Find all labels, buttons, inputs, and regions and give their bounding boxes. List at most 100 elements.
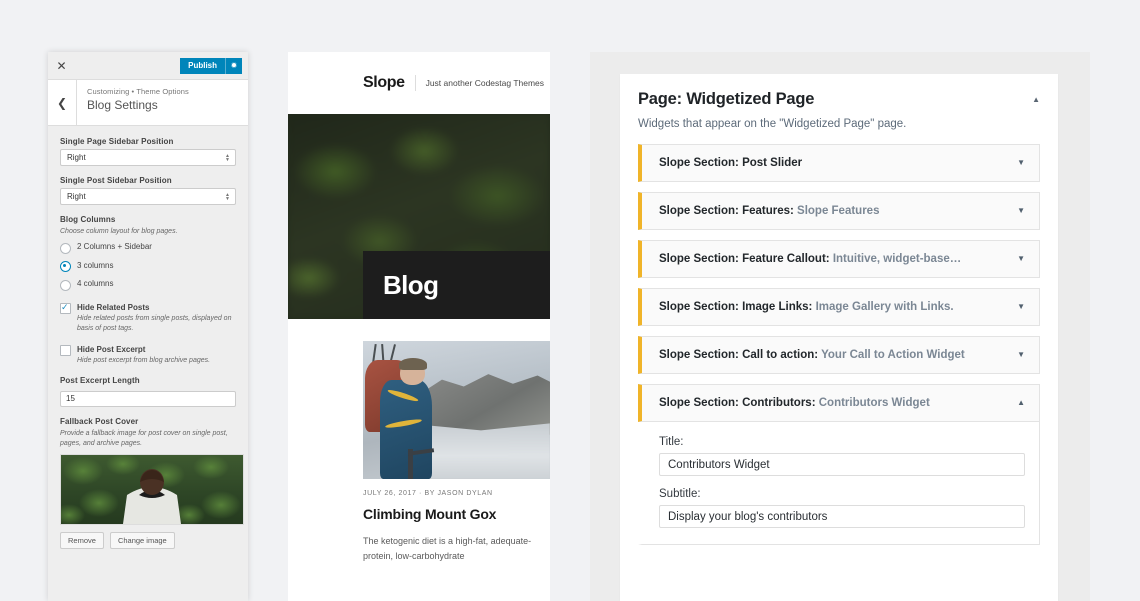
screen-root: ✕ Publish ✹ ❮ Customizing • Theme Option… — [0, 0, 1140, 601]
chevron-down-icon[interactable]: ▼ — [1017, 159, 1025, 167]
widget-item-image-links[interactable]: Slope Section: Image Links: Image Galler… — [638, 288, 1040, 326]
header-divider — [414, 75, 416, 91]
hero-banner: Blog — [288, 114, 550, 319]
chevron-down-icon[interactable]: ▼ — [1017, 351, 1025, 359]
thumb-climber-hat — [398, 357, 427, 370]
site-logo[interactable]: Slope — [363, 74, 405, 92]
site-preview[interactable]: Slope Just another Codestag Themes Blog — [288, 52, 550, 601]
page-title: Blog Settings — [87, 98, 158, 112]
remove-image-button[interactable]: Remove — [60, 531, 104, 549]
checkbox-icon[interactable] — [60, 345, 71, 357]
widgets-panel-description: Widgets that appear on the "Widgetized P… — [638, 118, 907, 130]
widget-contributors-form: Title: Subtitle: — [638, 422, 1040, 545]
chevron-up-icon[interactable]: ▲ — [1032, 96, 1040, 104]
title-field-label: Title: — [659, 436, 684, 448]
checkbox-description: Hide post excerpt from blog archive page… — [77, 356, 211, 364]
chevron-left-icon[interactable]: ❮ — [48, 80, 77, 125]
field-label: Post Excerpt Length — [60, 376, 140, 386]
publish-button[interactable]: Publish — [180, 57, 225, 74]
hero-title-bar: Blog — [363, 251, 550, 319]
subtitle-input[interactable] — [659, 505, 1025, 528]
widget-item-feature-callout[interactable]: Slope Section: Feature Callout: Intuitiv… — [638, 240, 1040, 278]
customizer-body: Single Page Sidebar Position Right ▲ ▼ Si… — [48, 126, 248, 549]
title-input[interactable] — [659, 453, 1025, 476]
field-single-post-sidebar: Single Post Sidebar Position Right ▲ ▼ — [60, 176, 236, 205]
widget-item-prefix: Slope Section: Feature Callout: — [659, 253, 833, 265]
close-icon[interactable]: ✕ — [48, 52, 75, 79]
widgets-panel-outer: Page: Widgetized Page ▲ Widgets that app… — [590, 52, 1090, 601]
widget-item-prefix: Slope Section: Features: — [659, 205, 798, 217]
chevron-down-icon[interactable]: ▼ — [1017, 303, 1025, 311]
widget-item-features[interactable]: Slope Section: Features: Slope Features … — [638, 192, 1040, 230]
field-label: Fallback Post Cover — [60, 416, 139, 426]
widget-item-name: Slope Features — [797, 205, 880, 217]
subtitle-field-label: Subtitle: — [659, 488, 701, 500]
customizer-sidebar: ✕ Publish ✹ ❮ Customizing • Theme Option… — [48, 52, 248, 601]
widget-item-name: Your Call to Action Widget — [821, 349, 965, 361]
form-spacer — [659, 476, 1025, 488]
site-header: Slope Just another Codestag Themes — [288, 52, 550, 114]
single-page-sidebar-select[interactable]: Right ▲ ▼ — [60, 149, 236, 166]
widgets-panel-header: Page: Widgetized Page ▲ — [638, 90, 1040, 109]
field-description: Choose column layout for blog pages. — [60, 228, 178, 235]
post-meta: JULY 26, 2017 · BY JASON DYLAN — [363, 490, 493, 497]
site-tagline: Just another Codestag Themes — [425, 78, 545, 88]
post-title[interactable]: Climbing Mount Gox — [363, 506, 550, 522]
select-value: Right — [67, 192, 86, 201]
checkbox-hide-post-excerpt[interactable]: Hide Post Excerpt Hide post excerpt from… — [60, 345, 236, 367]
publish-button-group: Publish ✹ — [180, 57, 242, 74]
field-label: Blog Columns — [60, 215, 116, 224]
widgets-panel-title: Page: Widgetized Page — [638, 90, 815, 108]
field-post-excerpt-length: Post Excerpt Length — [60, 376, 236, 407]
breadcrumb: Customizing • Theme Options — [87, 87, 189, 96]
radio-icon[interactable] — [60, 279, 71, 291]
widget-item-prefix: Slope Section: Post Slider — [659, 157, 803, 169]
radio-option-2-columns-sidebar[interactable]: 2 Columns + Sidebar — [60, 242, 236, 254]
customizer-header: ❮ Customizing • Theme Options Blog Setti… — [48, 80, 248, 126]
widget-item-label: Slope Section: Contributors: Contributor… — [659, 397, 930, 409]
chevron-up-icon[interactable]: ▲ — [1017, 399, 1025, 407]
field-label: Single Post Sidebar Position — [60, 176, 172, 185]
radio-option-3-columns[interactable]: 3 columns — [60, 261, 236, 273]
checkbox-hide-related-posts[interactable]: Hide Related Posts Hide related posts fr… — [60, 302, 236, 335]
select-arrows-icon: ▲ ▼ — [225, 191, 230, 202]
post-excerpt-length-input[interactable] — [60, 390, 236, 407]
radio-label: 2 Columns + Sidebar — [77, 242, 152, 252]
fallback-image-preview — [60, 453, 244, 525]
image-action-buttons: Remove Change image — [60, 531, 236, 549]
widget-item-name: Image Gallery with Links. — [815, 301, 954, 313]
customizer-title-group: Customizing • Theme Options Blog Setting… — [77, 80, 189, 125]
field-single-page-sidebar: Single Page Sidebar Position Right ▲ ▼ — [60, 137, 236, 166]
radio-label: 4 columns — [77, 279, 114, 289]
widget-item-prefix: Slope Section: Call to action: — [659, 349, 822, 361]
change-image-button[interactable]: Change image — [109, 531, 175, 549]
single-post-sidebar-select[interactable]: Right ▲ ▼ — [60, 188, 236, 205]
select-arrows-icon: ▲ ▼ — [225, 152, 230, 163]
widget-item-label: Slope Section: Feature Callout: Intuitiv… — [659, 253, 961, 265]
widget-item-prefix: Slope Section: Image Links: — [659, 301, 816, 313]
post-thumbnail[interactable] — [363, 341, 550, 479]
chevron-down-icon[interactable]: ▼ — [1017, 207, 1025, 215]
customizer-topbar: ✕ Publish ✹ — [48, 52, 248, 80]
checkbox-description: Hide related posts from single posts, di… — [77, 314, 232, 333]
chevron-down-icon[interactable]: ▼ — [1017, 255, 1025, 263]
widget-item-name: Contributors Widget — [818, 397, 930, 409]
radio-label: 3 columns — [77, 260, 114, 270]
widget-item-label: Slope Section: Call to action: Your Call… — [659, 349, 965, 361]
select-value: Right — [67, 153, 86, 162]
widget-item-label: Slope Section: Image Links: Image Galler… — [659, 301, 954, 313]
radio-icon-selected[interactable] — [60, 261, 71, 273]
field-description: Provide a fallback image for post cover … — [60, 429, 228, 447]
gear-icon[interactable]: ✹ — [225, 57, 242, 74]
radio-option-4-columns[interactable]: 4 columns — [60, 279, 236, 291]
checkbox-label: Hide Related Posts — [77, 302, 150, 312]
blog-post-card: JULY 26, 2017 · BY JASON DYLAN Climbing … — [288, 319, 550, 564]
widget-item-contributors[interactable]: Slope Section: Contributors: Contributor… — [638, 384, 1040, 422]
widgets-panel: Page: Widgetized Page ▲ Widgets that app… — [620, 74, 1058, 601]
radio-icon[interactable] — [60, 242, 71, 254]
checkbox-icon-checked[interactable] — [60, 302, 71, 315]
widget-item-post-slider[interactable]: Slope Section: Post Slider ▼ — [638, 144, 1040, 182]
forest-person-image — [61, 454, 243, 524]
widget-item-call-to-action[interactable]: Slope Section: Call to action: Your Call… — [638, 336, 1040, 374]
post-excerpt: The ketogenic diet is a high-fat, adequa… — [363, 536, 532, 561]
